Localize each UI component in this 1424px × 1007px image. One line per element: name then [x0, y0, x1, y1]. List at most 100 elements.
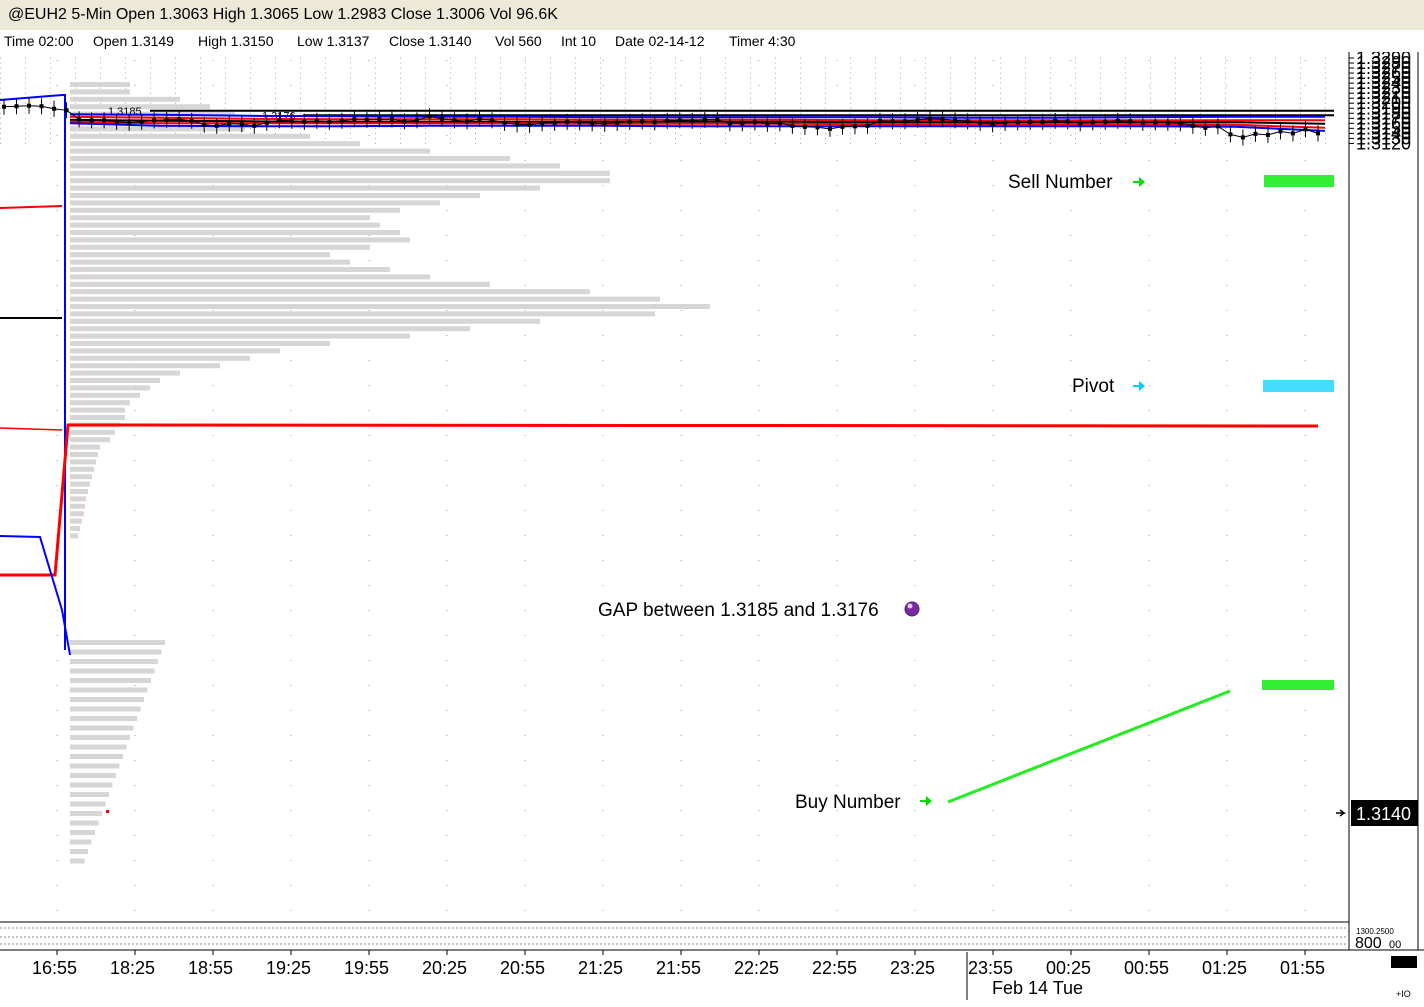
info-low: Low 1.3137	[297, 33, 370, 49]
date-label: Feb 14 Tue	[992, 978, 1083, 998]
price-point	[615, 120, 620, 125]
price-point	[114, 119, 119, 124]
price-point	[740, 121, 745, 126]
profile-bar	[70, 782, 113, 788]
price-point	[1303, 127, 1308, 132]
price-point	[665, 118, 670, 123]
profile-bar	[70, 481, 90, 487]
price-point	[2, 104, 6, 109]
price-point	[252, 123, 257, 128]
profile-bar	[70, 518, 82, 524]
price-point	[339, 118, 344, 123]
pivot-label: Pivot	[1072, 376, 1115, 397]
price-point	[1316, 131, 1320, 136]
buy-number-label: Buy Number	[795, 792, 901, 813]
price-point	[577, 120, 582, 125]
y-axis-ticks: 1.32901.32801.32701.32601.32501.32401.32…	[1349, 48, 1411, 153]
price-point	[627, 119, 632, 124]
price-point	[840, 124, 845, 129]
profile-bar	[70, 429, 115, 435]
price-chart[interactable]: 1.31851.3176 Sell Number Pivot GAP betwe…	[0, 0, 1424, 1007]
price-point	[277, 118, 282, 123]
profile-bar	[70, 378, 160, 383]
profile-bar	[70, 141, 360, 147]
gap-dot-highlight	[907, 603, 913, 609]
price-point	[903, 119, 908, 124]
profile-bar	[70, 415, 125, 420]
price-point	[1015, 120, 1020, 125]
profile-bar	[70, 503, 85, 509]
profile-bar	[70, 326, 470, 332]
profile-bar	[70, 385, 150, 391]
profile-bar	[70, 392, 140, 398]
scroll-handle[interactable]	[1391, 956, 1417, 968]
price-point	[1040, 119, 1045, 124]
price-point	[1115, 118, 1120, 123]
price-point	[289, 118, 294, 123]
price-point	[590, 121, 595, 126]
pivot-marker	[1263, 380, 1334, 392]
profile-bar	[70, 687, 148, 693]
x-tick-label: 00:55	[1124, 958, 1169, 978]
profile-bar	[70, 697, 144, 702]
price-point	[27, 103, 32, 108]
price-point	[264, 120, 269, 125]
price-point	[14, 104, 19, 109]
profile-bar	[70, 222, 380, 228]
x-tick-label: 00:25	[1046, 958, 1091, 978]
profile-bar	[70, 82, 130, 87]
info-bar: Time 02:00 Open 1.3149 High 1.3150 Low 1…	[0, 30, 1424, 52]
profile-bar	[70, 333, 410, 339]
profile-bar	[70, 148, 430, 154]
profile-bar	[70, 459, 96, 465]
price-point	[865, 123, 870, 128]
price-point	[502, 120, 507, 125]
profile-bar	[70, 363, 220, 369]
zoom-label[interactable]: +IO	[1396, 989, 1411, 999]
price-point	[1278, 129, 1283, 134]
price-point	[940, 117, 945, 122]
sell-number-marker	[1264, 175, 1334, 187]
price-point	[465, 119, 470, 124]
profile-bar	[70, 185, 540, 191]
price-point	[1078, 121, 1083, 126]
x-tick-label: 21:55	[656, 958, 701, 978]
profile-bar	[70, 496, 86, 502]
profile-bar	[70, 820, 99, 826]
price-point	[527, 122, 532, 127]
x-axis-ticks: 16:55 18:25 18:55 19:25 19:55 20:25 20:55 21:25…	[32, 950, 1325, 978]
lower-panel-label-b: 800	[1355, 935, 1382, 952]
window-title: @EUH2 5-Min Open 1.3063 High 1.3065 Low …	[8, 6, 558, 23]
price-point	[477, 116, 482, 121]
price-point	[602, 121, 607, 126]
profile-bar	[70, 735, 130, 740]
profile-bar	[70, 640, 165, 645]
profile-bar	[70, 341, 330, 346]
price-point	[928, 116, 933, 121]
sell-number-label: Sell Number	[1008, 172, 1113, 193]
x-tick-label: 16:55	[32, 958, 77, 978]
profile-bar	[70, 526, 80, 531]
profile-bar	[70, 754, 123, 759]
profile-bar	[70, 304, 710, 309]
profile-bar	[70, 801, 106, 807]
profile-bar	[70, 474, 92, 480]
price-point	[77, 117, 82, 122]
price-point	[1090, 120, 1095, 125]
price-point	[715, 117, 720, 122]
profile-bar	[70, 511, 84, 517]
price-point	[1228, 132, 1233, 137]
profile-bar	[70, 489, 88, 494]
price-point	[1215, 124, 1220, 129]
price-point	[89, 118, 94, 123]
profile-bar	[70, 133, 310, 139]
price-point	[515, 122, 520, 127]
price-point	[827, 126, 832, 131]
price-point	[202, 122, 207, 127]
price-point	[227, 121, 232, 126]
price-point	[1003, 120, 1008, 125]
info-date: Date 02-14-12	[615, 33, 705, 49]
profile-bar	[70, 163, 560, 169]
profile-bar	[70, 274, 430, 280]
price-point	[414, 118, 419, 123]
